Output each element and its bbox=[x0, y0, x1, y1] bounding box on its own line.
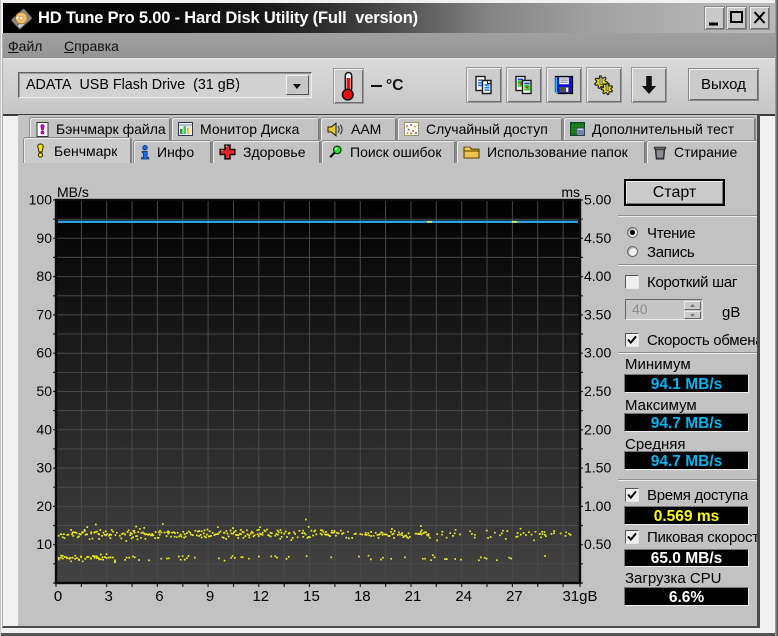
svg-text:1.50: 1.50 bbox=[584, 460, 611, 476]
svg-text:40: 40 bbox=[36, 421, 52, 437]
svg-text:4.50: 4.50 bbox=[584, 230, 611, 246]
svg-text:2.50: 2.50 bbox=[584, 383, 611, 399]
svg-text:21: 21 bbox=[405, 588, 422, 605]
svg-text:20: 20 bbox=[36, 498, 52, 514]
svg-text:3.50: 3.50 bbox=[584, 306, 611, 322]
svg-text:5.00: 5.00 bbox=[584, 192, 611, 208]
svg-text:0: 0 bbox=[54, 588, 62, 605]
svg-text:MB/s: MB/s bbox=[57, 184, 89, 200]
svg-text:12: 12 bbox=[252, 588, 269, 605]
svg-text:50: 50 bbox=[36, 383, 52, 399]
svg-text:80: 80 bbox=[36, 268, 52, 284]
svg-text:3: 3 bbox=[105, 588, 113, 605]
svg-text:2.00: 2.00 bbox=[584, 421, 611, 437]
svg-text:6: 6 bbox=[155, 588, 163, 605]
svg-text:0.50: 0.50 bbox=[584, 536, 611, 552]
svg-text:100: 100 bbox=[29, 192, 53, 208]
svg-text:15: 15 bbox=[303, 588, 320, 605]
svg-text:70: 70 bbox=[36, 306, 52, 322]
svg-text:9: 9 bbox=[206, 588, 214, 605]
svg-text:ms: ms bbox=[561, 184, 580, 200]
svg-text:3.00: 3.00 bbox=[584, 345, 611, 361]
svg-text:60: 60 bbox=[36, 345, 52, 361]
svg-text:31gB: 31gB bbox=[562, 588, 597, 605]
svg-text:27: 27 bbox=[506, 588, 523, 605]
svg-text:1.00: 1.00 bbox=[584, 498, 611, 514]
svg-text:18: 18 bbox=[354, 588, 371, 605]
svg-text:30: 30 bbox=[36, 460, 52, 476]
svg-text:90: 90 bbox=[36, 230, 52, 246]
svg-text:24: 24 bbox=[455, 588, 472, 605]
svg-text:4.00: 4.00 bbox=[584, 268, 611, 284]
svg-text:10: 10 bbox=[36, 536, 52, 552]
